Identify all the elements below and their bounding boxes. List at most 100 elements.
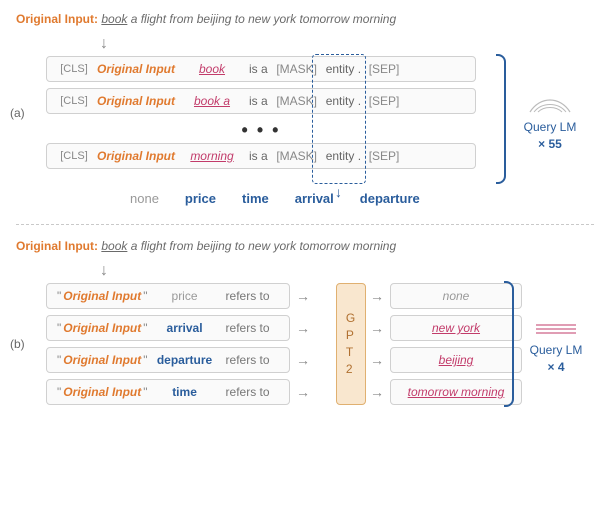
sentence-rest: a flight from beijing to new york tomorr… — [127, 12, 396, 26]
label-price: price — [185, 191, 216, 206]
output-span: tomorrow morning — [408, 385, 505, 399]
query-lm-b: Query LM × 4 — [520, 321, 592, 375]
prompt-row: [CLS] Original Input morning is a [MASK]… — [46, 143, 476, 169]
mask-token: [MASK] — [272, 62, 322, 76]
original-input-chip: Original Input — [63, 353, 141, 367]
span-text: book a — [179, 94, 245, 108]
gen-output-box: beijing — [390, 347, 522, 373]
gen-output-box: none — [390, 283, 522, 309]
gen-output-box: tomorrow morning — [390, 379, 522, 405]
mask-arrow-icon: ↓ — [335, 184, 342, 200]
quote-close: " — [141, 353, 149, 367]
arrow-right-icon: → — [364, 320, 390, 336]
query-lm-a: Query LM × 55 — [514, 94, 586, 152]
slot-name: time — [150, 385, 220, 399]
query-lm-mult: × 4 — [547, 360, 564, 374]
original-input-chip: Original Input — [93, 62, 179, 76]
section-a-marker: (a) — [10, 106, 25, 120]
gpt2-box: G P T 2 — [336, 283, 366, 405]
gen-prompt-box: " Original Input " time refers to — [46, 379, 290, 405]
gpt2-column: G P T 2 — [336, 283, 366, 405]
lm-arc-icon — [528, 94, 572, 114]
arrow-right-icon: → — [290, 352, 316, 368]
quote-open: " — [55, 385, 63, 399]
label-none: none — [130, 191, 159, 206]
original-input-chip: Original Input — [93, 94, 179, 108]
arrow-right-icon: → — [290, 384, 316, 400]
section-b-rows: (b) G P T 2 Query LM × 4 " Original Inpu… — [16, 283, 594, 405]
refers-to: refers to — [220, 321, 270, 335]
query-lm-label: Query LM — [524, 120, 577, 134]
arrow-right-icon: → — [290, 288, 316, 304]
span-text: book — [179, 62, 245, 76]
underlined-span: book — [101, 239, 127, 253]
output-span: beijing — [439, 353, 474, 367]
mask-token: [MASK] — [272, 149, 322, 163]
bracket-icon — [496, 54, 506, 184]
sep-token: [SEP] — [365, 94, 403, 108]
is-a-text: is a — [245, 62, 272, 76]
arrow-right-icon: → — [364, 352, 390, 368]
original-input-chip: Original Input — [63, 289, 141, 303]
is-a-text: is a — [245, 94, 272, 108]
original-input-chip: Original Input — [63, 385, 141, 399]
label-departure: departure — [360, 191, 420, 206]
query-lm-label: Query LM — [530, 343, 583, 357]
ellipsis-icon: • • • — [46, 120, 476, 141]
cls-token: [CLS] — [55, 150, 93, 162]
output-span: new york — [432, 321, 480, 335]
label-candidates: none price time arrival departure — [130, 191, 594, 206]
section-a: Original Input: book a flight from beiji… — [16, 12, 594, 206]
sentence-rest: a flight from beijing to new york tomorr… — [127, 239, 396, 253]
slot-name: departure — [150, 353, 220, 367]
sep-token: [SEP] — [365, 62, 403, 76]
underlined-span: book — [101, 12, 127, 26]
lm-lines-icon — [534, 321, 578, 337]
original-input-line-b: Original Input: book a flight from beiji… — [16, 239, 594, 253]
section-b-marker: (b) — [10, 337, 25, 351]
arrow-right-icon: → — [290, 320, 316, 336]
arrow-down-icon: ↓ — [100, 36, 594, 52]
arrow-right-icon: → — [364, 288, 390, 304]
prompt-row: [CLS] Original Input book is a [MASK] en… — [46, 56, 476, 82]
sep-token: [SEP] — [365, 149, 403, 163]
is-a-text: is a — [245, 149, 272, 163]
arrow-down-icon: ↓ — [100, 263, 594, 279]
section-divider — [16, 224, 594, 225]
mask-token: [MASK] — [272, 94, 322, 108]
cls-token: [CLS] — [55, 63, 93, 75]
original-input-chip: Original Input — [93, 149, 179, 163]
gen-output-box: new york — [390, 315, 522, 341]
slot-name: arrival — [150, 321, 220, 335]
quote-open: " — [55, 321, 63, 335]
original-input-chip: Original Input — [63, 321, 141, 335]
quote-close: " — [141, 321, 149, 335]
gen-prompt-box: " Original Input " arrival refers to — [46, 315, 290, 341]
gen-prompt-box: " Original Input " price refers to — [46, 283, 290, 309]
quote-close: " — [141, 385, 149, 399]
label-arrival: arrival — [295, 191, 334, 206]
section-a-rows: (a) ↓ [CLS] Original Input book is a [MA… — [16, 56, 594, 169]
original-sentence: book a flight from beijing to new york t… — [101, 239, 396, 253]
original-input-label: Original Input: — [16, 12, 98, 26]
refers-to: refers to — [220, 289, 270, 303]
quote-open: " — [55, 289, 63, 303]
query-lm-mult: × 55 — [538, 137, 562, 151]
quote-open: " — [55, 353, 63, 367]
output-span: none — [443, 289, 470, 303]
prompt-row: [CLS] Original Input book a is a [MASK] … — [46, 88, 476, 114]
arrow-right-icon: → — [364, 384, 390, 400]
label-time: time — [242, 191, 269, 206]
original-input-label: Original Input: — [16, 239, 98, 253]
slot-name: price — [150, 289, 220, 303]
refers-to: refers to — [220, 353, 270, 367]
original-input-line-a: Original Input: book a flight from beiji… — [16, 12, 594, 26]
original-sentence: book a flight from beijing to new york t… — [101, 12, 396, 26]
cls-token: [CLS] — [55, 95, 93, 107]
refers-to: refers to — [220, 385, 270, 399]
bracket-icon — [504, 281, 514, 407]
quote-close: " — [141, 289, 149, 303]
gpt2-label: G P T 2 — [346, 310, 356, 377]
gen-prompt-box: " Original Input " departure refers to — [46, 347, 290, 373]
section-b: Original Input: book a flight from beiji… — [16, 239, 594, 405]
